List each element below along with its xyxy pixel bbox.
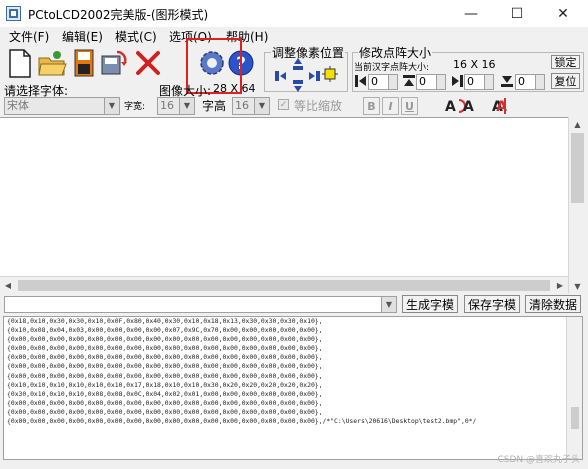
reset-button[interactable]: 复位	[551, 73, 580, 89]
save-matrix-button[interactable]: 保存字模	[464, 295, 520, 313]
resize-group-label: 修改点阵大小	[358, 44, 433, 61]
underline-button[interactable]: U	[401, 97, 418, 115]
shrink-bottom-icon[interactable]	[501, 75, 513, 90]
save-disk-icon[interactable]	[68, 46, 100, 80]
current-size-value: 16 X 16	[453, 58, 496, 71]
scroll-thumb[interactable]	[571, 133, 584, 203]
spinner-right[interactable]: 0	[464, 74, 494, 90]
delete-icon[interactable]	[132, 46, 164, 80]
chevron-down-icon[interactable]: ▼	[104, 98, 119, 114]
output-line: {0x00,0x00,0x00,0x00,0x00,0x00,0x00,0x00…	[7, 417, 477, 426]
output-line: {0x00,0x00,0x00,0x00,0x00,0x00,0x00,0x00…	[7, 362, 323, 371]
spinner-bottom-value: 0	[518, 75, 525, 88]
move-up-icon[interactable]	[293, 58, 303, 73]
scroll-down-icon[interactable]: ▼	[569, 279, 586, 293]
move-right-icon[interactable]	[308, 70, 320, 84]
chevron-down-icon[interactable]: ▼	[179, 98, 194, 114]
spinner-bottom[interactable]: 0	[515, 74, 545, 90]
height-dropdown[interactable]: 16 ▼	[232, 97, 270, 115]
output-line: {0x00,0x00,0x00,0x00,0x00,0x00,0x00,0x00…	[7, 335, 323, 344]
rotate-icon[interactable]: AA	[443, 96, 477, 119]
text-input[interactable]: ▼	[4, 296, 397, 313]
output-vertical-scrollbar[interactable]	[566, 317, 582, 459]
adjust-group-label: 调整像素位置	[271, 44, 346, 61]
image-size-value: 28 X 64	[213, 82, 256, 95]
output-line: {0x30,0x10,0x10,0x10,0x08,0x08,0x0C,0x04…	[7, 389, 323, 398]
output-lines: {0x18,0x10,0x30,0x30,0x10,0x0F,0x80,0x40…	[4, 317, 582, 426]
lock-button[interactable]: 锁定	[551, 55, 580, 69]
watermark: CSDN @喜欢丸子头	[497, 455, 580, 465]
open-folder-icon[interactable]	[36, 46, 68, 80]
output-line: {0x00,0x00,0x00,0x00,0x00,0x00,0x00,0x00…	[7, 407, 323, 416]
chevron-down-icon[interactable]: ▼	[381, 297, 396, 312]
maximize-button[interactable]: ☐	[494, 0, 540, 27]
scroll-left-icon[interactable]: ◀	[0, 278, 16, 293]
canvas-horizontal-scrollbar[interactable]: ◀ ▶	[0, 276, 568, 293]
height-dropdown-value: 16	[235, 99, 249, 112]
clear-data-button[interactable]: 清除数据	[525, 295, 581, 313]
width-dropdown[interactable]: 16 ▼	[157, 97, 195, 115]
generate-button[interactable]: 生成字模	[402, 295, 458, 313]
app-icon	[6, 6, 21, 21]
output-line: {0x00,0x00,0x00,0x00,0x00,0x00,0x00,0x00…	[7, 353, 323, 362]
width-dropdown-value: 16	[160, 99, 174, 112]
minimize-button[interactable]: —	[448, 0, 494, 27]
spinner-left-arrows[interactable]	[388, 75, 397, 89]
new-file-icon[interactable]	[4, 46, 36, 80]
scale-checkbox[interactable]: ✓	[278, 99, 289, 110]
spinner-right-arrows[interactable]	[484, 75, 493, 89]
move-down-icon[interactable]	[293, 80, 303, 95]
output-line: {0x00,0x00,0x00,0x00,0x00,0x00,0x00,0x00…	[7, 371, 323, 380]
canvas-vertical-scrollbar[interactable]: ▲ ▼	[568, 117, 585, 293]
output-line: {0x00,0x00,0x00,0x00,0x00,0x00,0x00,0x00…	[7, 344, 323, 353]
spinner-right-value: 0	[467, 75, 474, 88]
output-line: {0x00,0x00,0x00,0x00,0x00,0x00,0x00,0x00…	[7, 398, 323, 407]
save-as-icon[interactable]	[98, 46, 130, 80]
scroll-thumb[interactable]	[18, 280, 550, 291]
svg-text:A: A	[496, 99, 507, 115]
spinner-top-value: 0	[419, 75, 426, 88]
move-left-icon[interactable]	[275, 70, 287, 84]
drawing-canvas[interactable]	[0, 117, 568, 293]
chevron-down-icon[interactable]: ▼	[254, 98, 269, 114]
menu-edit[interactable]: 编辑(E)	[62, 28, 103, 44]
spinner-top-arrows[interactable]	[436, 75, 445, 89]
current-size-label: 当前汉字点阵大小:	[354, 63, 430, 73]
center-icon[interactable]	[322, 66, 338, 85]
menu-mode[interactable]: 模式(C)	[115, 28, 157, 44]
output-line: {0x10,0x08,0x04,0x03,0x00,0x00,0x00,0x00…	[7, 326, 323, 335]
spinner-left-value: 0	[371, 75, 378, 88]
shrink-left-icon[interactable]	[355, 75, 367, 90]
output-line: {0x10,0x10,0x10,0x10,0x10,0x10,0x17,0x18…	[7, 380, 323, 389]
spinner-top[interactable]: 0	[416, 74, 446, 90]
bold-button[interactable]: B	[363, 97, 380, 115]
scroll-right-icon[interactable]: ▶	[552, 278, 568, 293]
font-dropdown-value: 宋体	[7, 99, 29, 112]
window-title: PCtoLCD2002完美版-(图形模式)	[28, 8, 209, 22]
output-line: {0x18,0x10,0x30,0x30,0x10,0x0F,0x80,0x40…	[7, 317, 323, 325]
svg-text:A: A	[463, 99, 474, 115]
font-dropdown[interactable]: 宋体 ▼	[4, 97, 120, 115]
mirror-icon[interactable]: AA	[490, 96, 524, 119]
menu-file[interactable]: 文件(F)	[9, 28, 49, 44]
scale-label: 等比缩放	[294, 99, 343, 113]
height-label: 字高	[202, 99, 227, 113]
spinner-left[interactable]: 0	[368, 74, 398, 90]
svg-text:A: A	[445, 99, 456, 115]
scroll-thumb[interactable]	[571, 407, 579, 429]
scroll-up-icon[interactable]: ▲	[569, 117, 586, 131]
close-button[interactable]: ✕	[540, 0, 586, 27]
shrink-top-icon[interactable]	[403, 75, 415, 90]
shrink-right-icon[interactable]	[451, 75, 463, 90]
width-label: 字宽:	[124, 102, 146, 112]
italic-button[interactable]: I	[382, 97, 399, 115]
spinner-bottom-arrows[interactable]	[535, 75, 544, 89]
output-textarea[interactable]: {0x18,0x10,0x30,0x30,0x10,0x0F,0x80,0x40…	[3, 316, 583, 460]
